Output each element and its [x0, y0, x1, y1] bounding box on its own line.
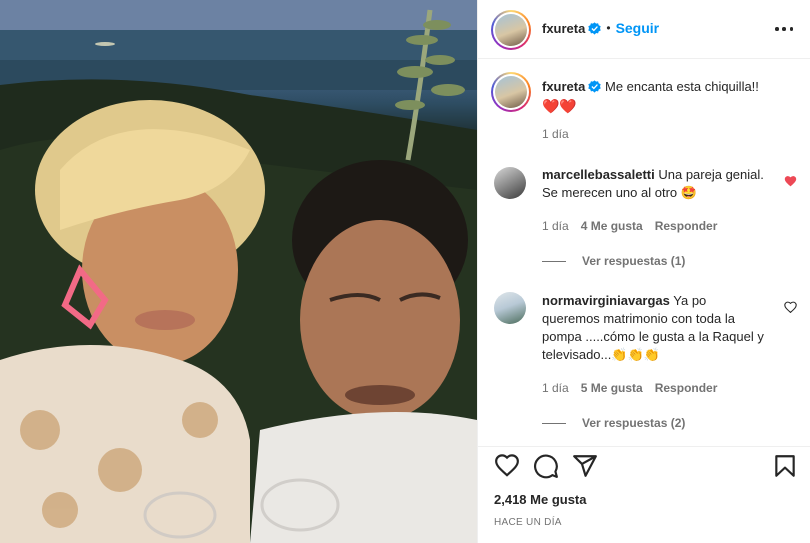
verified-badge-icon — [588, 80, 602, 93]
follow-button[interactable]: Seguir — [616, 20, 660, 36]
post-actions: 2,418 Me gusta HACE UN DÍA — [478, 446, 810, 543]
comment-2-reply-button[interactable]: Responder — [655, 381, 718, 395]
bookmark-icon[interactable] — [772, 453, 798, 479]
comment-2: normavirginiavargas Ya po queremos matri… — [542, 292, 767, 364]
comment-1-reply-button[interactable]: Responder — [655, 219, 718, 233]
caption-avatar-inner — [493, 74, 529, 110]
caption-username[interactable]: fxureta — [542, 79, 585, 94]
comment-2-likes[interactable]: 5 Me gusta — [581, 381, 643, 395]
comment-1: marcellebassaletti Una pareja genial. Se… — [542, 166, 767, 202]
comment-1-heart-icon[interactable] — [784, 175, 797, 187]
caption: fxureta Me encanta esta chiquilla!! ❤️❤️ — [542, 78, 797, 115]
replies-line — [542, 422, 566, 424]
post-header: fxureta • Seguir — [478, 0, 810, 59]
comment-2-heart-icon[interactable] — [784, 301, 797, 313]
comment-2-time[interactable]: 1 día — [542, 381, 569, 395]
comment-2-view-replies-label: Ver respuestas (2) — [582, 416, 686, 430]
caption-avatar[interactable] — [491, 72, 531, 112]
author-username[interactable]: fxureta — [542, 21, 585, 36]
author-avatar[interactable] — [491, 10, 531, 50]
header-user-line: fxureta • Seguir — [542, 20, 659, 36]
commenter-avatar[interactable] — [494, 167, 526, 199]
comment-2-meta: 1 día 5 Me gusta Responder — [542, 381, 717, 395]
post-sidebar: fxureta • Seguir fxureta Me encanta esta… — [477, 0, 810, 543]
heart-icon[interactable] — [494, 453, 520, 479]
comment-icon[interactable] — [533, 453, 559, 479]
caption-avatar-image — [495, 76, 527, 108]
avatar-inner — [493, 12, 529, 48]
comment-1-time[interactable]: 1 día — [542, 219, 569, 233]
comment-1-likes[interactable]: 4 Me gusta — [581, 219, 643, 233]
avatar-image — [495, 14, 527, 46]
comments-section[interactable]: fxureta Me encanta esta chiquilla!! ❤️❤️… — [478, 60, 810, 445]
caption-emoji: ❤️❤️ — [542, 98, 577, 114]
commenter-avatar[interactable] — [494, 292, 526, 324]
comment-1-view-replies-label: Ver respuestas (1) — [582, 254, 686, 268]
more-options-icon[interactable] — [775, 20, 793, 38]
likes-count[interactable]: 2,418 Me gusta — [494, 492, 587, 507]
replies-line — [542, 260, 566, 262]
comment-1-view-replies[interactable]: Ver respuestas (1) — [542, 254, 685, 268]
caption-time[interactable]: 1 día — [542, 127, 569, 141]
post-date[interactable]: HACE UN DÍA — [494, 517, 562, 528]
photo-illustration — [0, 0, 477, 543]
post-photo[interactable] — [0, 0, 477, 543]
caption-text: Me encanta esta chiquilla!! — [604, 79, 759, 94]
comment-1-username[interactable]: marcellebassaletti — [542, 167, 655, 182]
header-separator: • — [606, 21, 611, 35]
comment-2-username[interactable]: normavirginiavargas — [542, 293, 670, 308]
share-icon[interactable] — [572, 453, 598, 479]
verified-badge-icon — [588, 21, 602, 35]
comment-1-meta: 1 día 4 Me gusta Responder — [542, 219, 717, 233]
comment-2-view-replies[interactable]: Ver respuestas (2) — [542, 416, 685, 430]
instagram-post: fxureta • Seguir fxureta Me encanta esta… — [0, 0, 810, 543]
